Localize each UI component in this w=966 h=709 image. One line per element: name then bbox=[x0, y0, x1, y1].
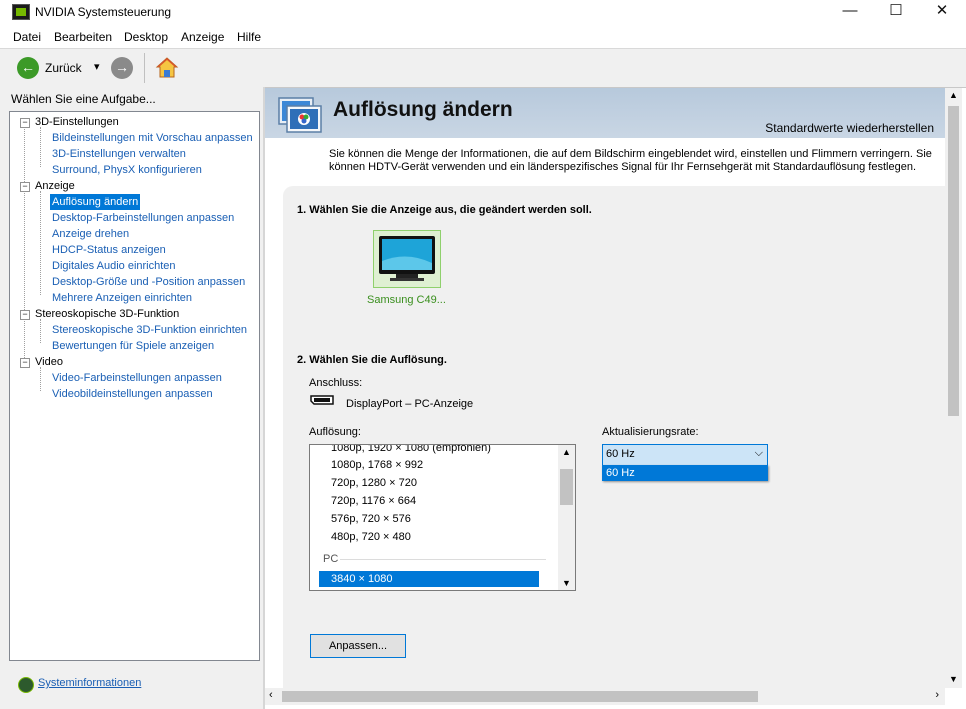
display-name[interactable]: Samsung C49... bbox=[367, 294, 446, 306]
tree-item-mehrere-anzeigen[interactable]: Mehrere Anzeigen einrichten bbox=[52, 290, 192, 306]
refresh-option-label[interactable]: 60 Hz bbox=[602, 467, 635, 479]
back-arrow-icon[interactable]: ← bbox=[17, 57, 39, 79]
forward-arrow-icon[interactable]: → bbox=[111, 57, 133, 79]
refresh-rate-value[interactable]: 60 Hz bbox=[606, 448, 635, 460]
tree-item-desktop-farbe[interactable]: Desktop-Farbeinstellungen anpassen bbox=[52, 210, 234, 226]
restore-defaults-link[interactable]: Standardwerte wiederherstellen bbox=[765, 121, 934, 135]
tree-item-hdcp-status[interactable]: HDCP-Status anzeigen bbox=[52, 242, 166, 258]
title-bar: NVIDIA Systemsteuerung — ☐ ✕ bbox=[0, 0, 966, 24]
toolbar: ← Zurück ▾ → bbox=[0, 48, 966, 88]
home-icon[interactable] bbox=[155, 56, 179, 80]
list-item[interactable]: 1080p, 1768 × 992 bbox=[331, 457, 423, 473]
refresh-rate-label: Aktualisierungsrate: bbox=[602, 426, 699, 438]
main-horizontal-scrollbar[interactable]: ‹ › bbox=[265, 688, 945, 705]
step2-heading: 2. Wählen Sie die Auflösung. bbox=[297, 354, 447, 366]
selected-resolution[interactable]: 3840 × 1080 bbox=[331, 571, 392, 587]
collapse-icon[interactable]: − bbox=[20, 310, 30, 320]
nvidia-app-icon bbox=[12, 4, 30, 20]
menu-datei[interactable]: Datei bbox=[13, 30, 41, 44]
list-scrollbar[interactable]: ▲ ▼ bbox=[558, 445, 575, 590]
tree-item-aufloesung-aendern[interactable]: Auflösung ändern bbox=[50, 194, 141, 210]
list-item[interactable]: 720p, 1176 × 664 bbox=[331, 493, 416, 509]
tree-item-3d-verwalten[interactable]: 3D-Einstellungen verwalten bbox=[52, 146, 186, 162]
back-button-label[interactable]: Zurück bbox=[45, 61, 82, 75]
list-item[interactable]: 1080p, 1920 × 1080 (empfohlen) bbox=[331, 445, 491, 456]
collapse-icon[interactable]: − bbox=[20, 118, 30, 128]
maximize-button[interactable]: ☐ bbox=[873, 0, 919, 24]
scroll-thumb[interactable] bbox=[282, 691, 758, 702]
scroll-thumb[interactable] bbox=[560, 469, 573, 505]
step1-heading: 1. Wählen Sie die Anzeige aus, die geänd… bbox=[297, 204, 592, 216]
tree-category-stereo-3d[interactable]: Stereoskopische 3D-Funktion bbox=[35, 306, 179, 322]
task-tree: − 3D-Einstellungen Bildeinstellungen mit… bbox=[9, 111, 260, 661]
list-item[interactable]: 720p, 1280 × 720 bbox=[331, 475, 417, 491]
chevron-down-icon[interactable]: ⌵ bbox=[755, 447, 763, 460]
tree-item-videobild[interactable]: Videobildeinstellungen anpassen bbox=[52, 386, 213, 402]
refresh-rate-select[interactable]: 60 Hz ⌵ bbox=[602, 444, 768, 466]
tree-item-video-farbe[interactable]: Video-Farbeinstellungen anpassen bbox=[52, 370, 222, 386]
scroll-down-icon[interactable]: ▼ bbox=[949, 674, 958, 684]
settings-panel: 1. Wählen Sie die Anzeige aus, die geänd… bbox=[283, 186, 945, 688]
tree-line bbox=[24, 126, 25, 366]
tree-item-bildeinstellungen[interactable]: Bildeinstellungen mit Vorschau anpassen bbox=[52, 130, 253, 146]
monitor-icon bbox=[379, 236, 435, 281]
scroll-down-icon[interactable]: ▼ bbox=[562, 578, 571, 588]
content-pane: Auflösung ändern Standardwerte wiederher… bbox=[265, 88, 945, 688]
back-dropdown-icon[interactable]: ▾ bbox=[94, 60, 100, 73]
tree-item-bewertungen-spiele[interactable]: Bewertungen für Spiele anzeigen bbox=[52, 338, 214, 354]
task-pane: Wählen Sie eine Aufgabe... − 3D-Einstell… bbox=[0, 87, 264, 709]
resolution-label: Auflösung: bbox=[309, 426, 361, 438]
tree-line bbox=[40, 367, 41, 391]
tree-line bbox=[40, 191, 41, 295]
nvidia-info-icon bbox=[18, 677, 34, 693]
minimize-button[interactable]: — bbox=[827, 0, 873, 24]
window-title: NVIDIA Systemsteuerung bbox=[35, 5, 172, 19]
menu-bearbeiten[interactable]: Bearbeiten bbox=[54, 30, 112, 44]
tree-category-video[interactable]: Video bbox=[35, 354, 63, 370]
list-item[interactable]: 480p, 720 × 480 bbox=[331, 529, 411, 545]
tree-item-stereo-einrichten[interactable]: Stereoskopische 3D-Funktion einrichten bbox=[52, 322, 247, 338]
list-group-header: PC bbox=[323, 553, 339, 565]
tree-item-anzeige-drehen[interactable]: Anzeige drehen bbox=[52, 226, 129, 242]
connection-value: DisplayPort – PC-Anzeige bbox=[346, 398, 474, 410]
display-tile[interactable] bbox=[373, 230, 441, 288]
toolbar-divider bbox=[144, 53, 145, 83]
scroll-thumb[interactable] bbox=[948, 106, 959, 416]
collapse-icon[interactable]: − bbox=[20, 358, 30, 368]
customize-button[interactable]: Anpassen... bbox=[310, 634, 406, 658]
close-button[interactable]: ✕ bbox=[919, 0, 965, 24]
system-info-label[interactable]: Systeminformationen bbox=[38, 677, 141, 689]
scroll-right-icon[interactable]: › bbox=[935, 689, 939, 701]
group-divider bbox=[340, 559, 546, 560]
tree-item-surround-physx[interactable]: Surround, PhysX konfigurieren bbox=[52, 162, 202, 178]
scroll-up-icon[interactable]: ▲ bbox=[562, 447, 571, 457]
menu-anzeige[interactable]: Anzeige bbox=[181, 30, 224, 44]
display-settings-icon bbox=[278, 97, 322, 133]
menu-hilfe[interactable]: Hilfe bbox=[237, 30, 261, 44]
list-item[interactable]: 576p, 720 × 576 bbox=[331, 511, 411, 527]
page-header: Auflösung ändern Standardwerte wiederher… bbox=[265, 88, 945, 138]
resolution-list[interactable]: 1080p, 1920 × 1080 (empfohlen) 1080p, 17… bbox=[309, 444, 576, 591]
connection-label: Anschluss: bbox=[309, 377, 363, 389]
menu-bar: Datei Bearbeiten Desktop Anzeige Hilfe bbox=[0, 28, 966, 46]
task-label: Wählen Sie eine Aufgabe... bbox=[11, 92, 156, 106]
page-title: Auflösung ändern bbox=[333, 98, 513, 121]
intro-text: Sie können die Menge der Informationen, … bbox=[329, 148, 932, 173]
tree-item-digitales-audio[interactable]: Digitales Audio einrichten bbox=[52, 258, 176, 274]
scroll-left-icon[interactable]: ‹ bbox=[269, 689, 273, 701]
tree-item-desktop-groesse[interactable]: Desktop-Größe und -Position anpassen bbox=[52, 274, 245, 290]
displayport-icon bbox=[310, 395, 334, 405]
main-vertical-scrollbar[interactable]: ▲ ▼ bbox=[945, 88, 962, 688]
tree-line bbox=[40, 319, 41, 343]
tree-category-anzeige[interactable]: Anzeige bbox=[35, 178, 75, 194]
scroll-up-icon[interactable]: ▲ bbox=[949, 90, 958, 100]
tree-line bbox=[40, 127, 41, 167]
refresh-rate-option[interactable]: 60 Hz bbox=[602, 465, 768, 481]
tree-category-3d[interactable]: 3D-Einstellungen bbox=[35, 114, 119, 130]
menu-desktop[interactable]: Desktop bbox=[124, 30, 168, 44]
collapse-icon[interactable]: − bbox=[20, 182, 30, 192]
